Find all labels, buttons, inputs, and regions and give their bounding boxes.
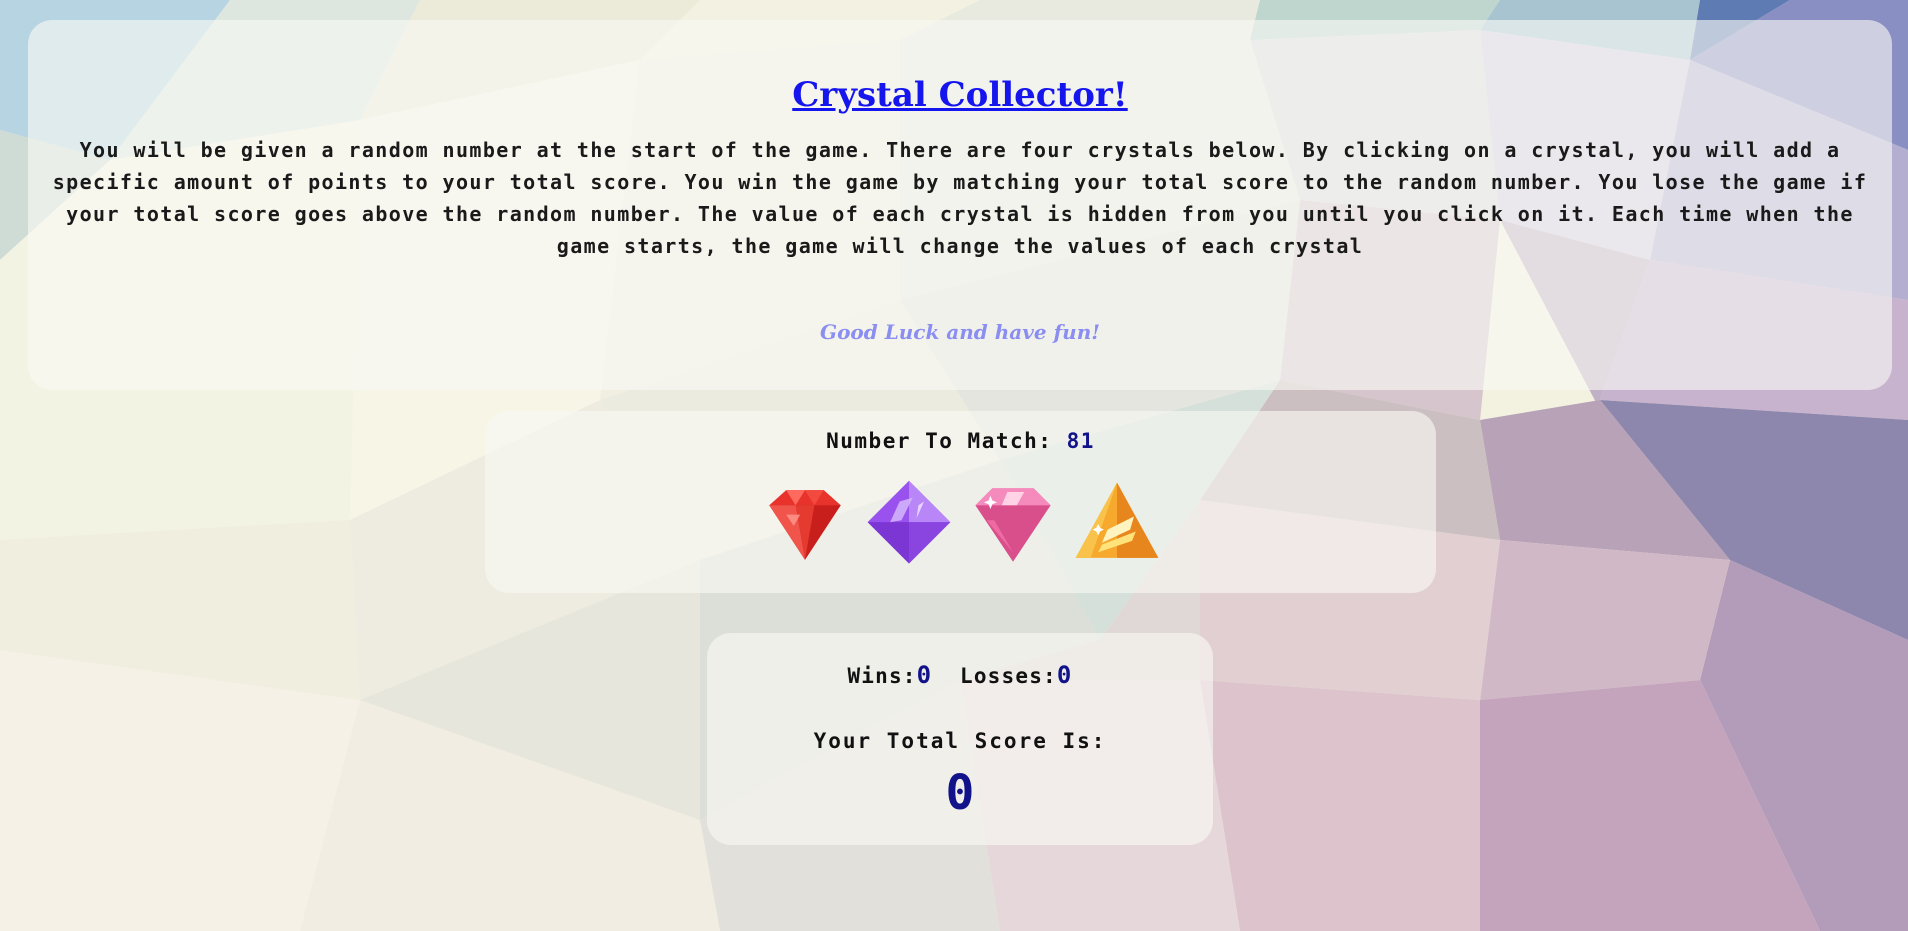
game-title: Crystal Collector!	[792, 75, 1128, 115]
pink-crystal-icon[interactable]	[966, 477, 1060, 571]
score-panel: Wins:0 Losses:0 Your Total Score Is: 0	[707, 633, 1213, 845]
game-instructions: You will be given a random number at the…	[52, 138, 1868, 258]
losses-value: 0	[1056, 661, 1073, 689]
number-to-match: Number To Match: 81	[485, 429, 1436, 453]
crystal-panel: Number To Match: 81	[485, 411, 1436, 593]
losses-label: Losses:	[960, 664, 1057, 688]
wins-label: Wins:	[847, 664, 917, 688]
orange-crystal-icon[interactable]	[1070, 477, 1164, 571]
crystal-row	[485, 477, 1436, 571]
total-score-value: 0	[945, 765, 975, 821]
red-crystal-icon[interactable]	[758, 477, 852, 571]
number-to-match-value: 81	[1066, 429, 1095, 453]
good-luck-message: Good Luck and have fun!	[819, 320, 1101, 344]
wins-value: 0	[916, 661, 933, 689]
wins-losses: Wins:0 Losses:0	[707, 661, 1213, 689]
intro-panel: Crystal Collector! You will be given a r…	[28, 20, 1892, 390]
number-to-match-label: Number To Match:	[826, 429, 1053, 453]
purple-crystal-icon[interactable]	[862, 477, 956, 571]
total-score-label: Your Total Score Is:	[813, 729, 1107, 753]
